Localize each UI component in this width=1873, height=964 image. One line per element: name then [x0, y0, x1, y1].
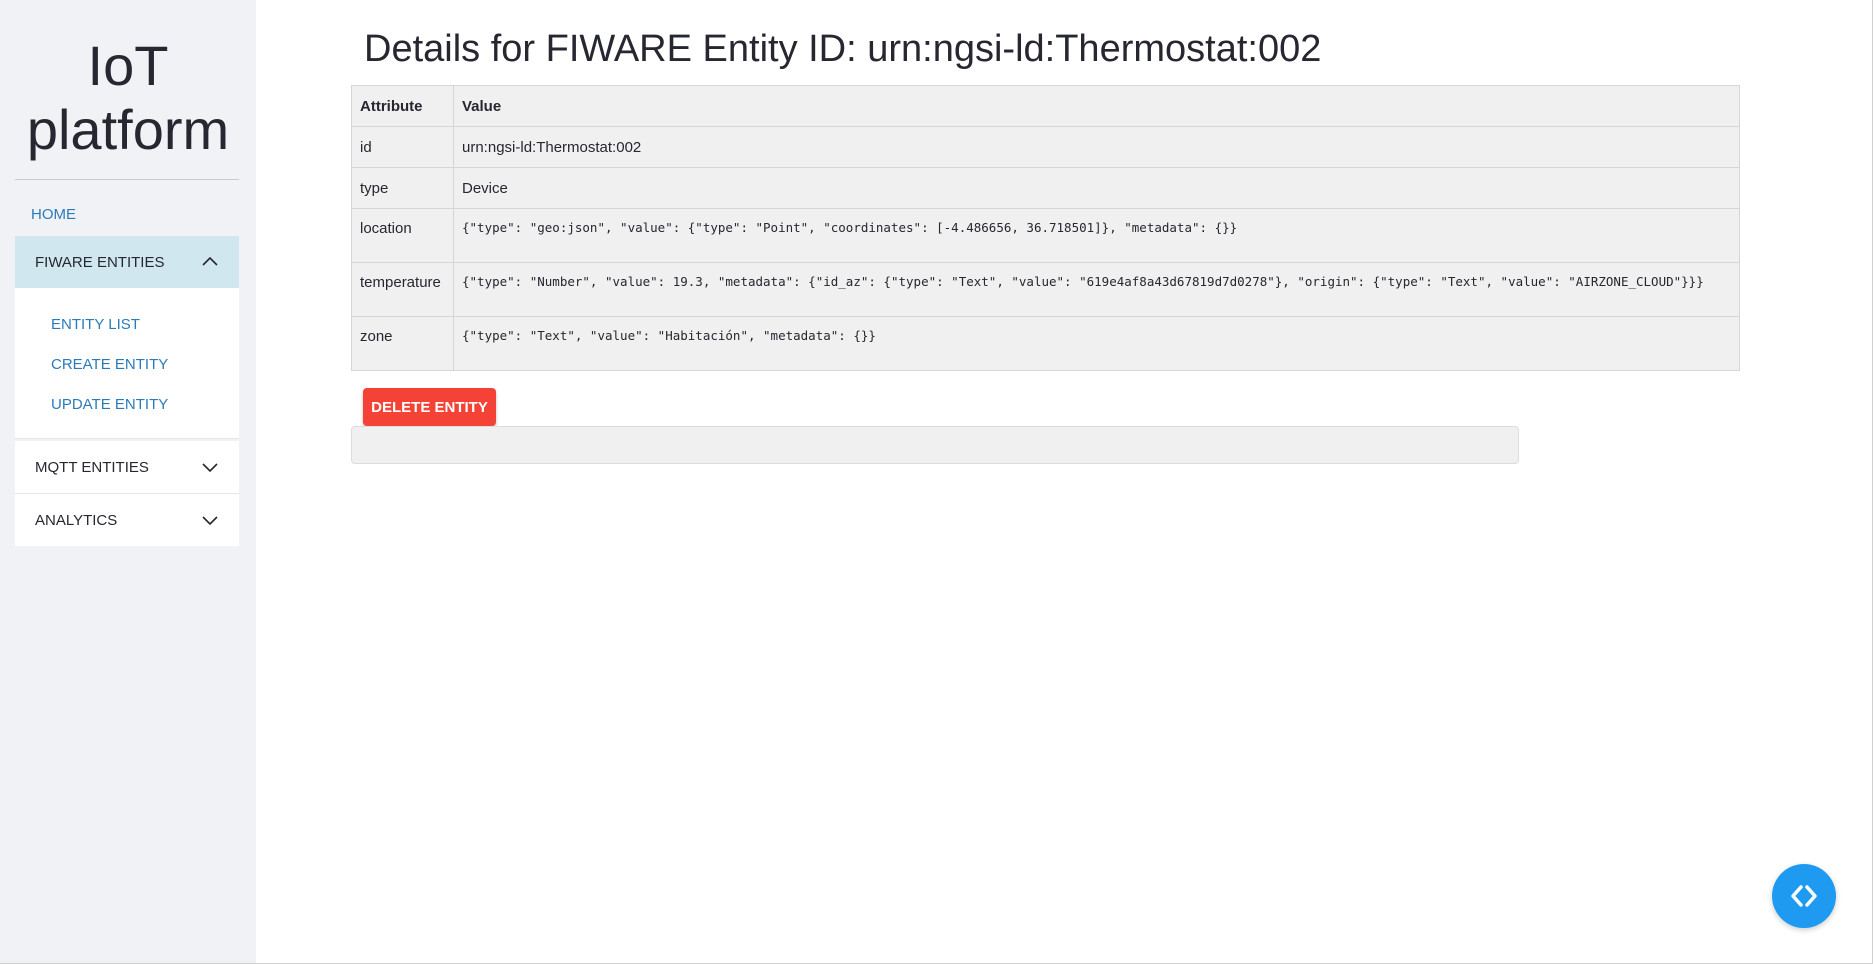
subnav-entity-list[interactable]: ENTITY LIST: [51, 316, 140, 333]
nav-group-fiware-entities[interactable]: FIWARE ENTITIES: [15, 236, 239, 288]
result-output-box: [351, 426, 1519, 464]
attribute-cell: id: [351, 126, 454, 168]
brand-title: IoT platform: [0, 34, 256, 162]
brand-line-2: platform: [26, 98, 230, 161]
value-cell: urn:ngsi-ld:Thermostat:002: [453, 126, 1740, 168]
nav-group-analytics[interactable]: ANALYTICS: [15, 494, 239, 546]
table-row: type Device: [351, 167, 1740, 209]
subnav-create-entity[interactable]: CREATE ENTITY: [51, 356, 168, 373]
table-row: location {"type": "geo:json", "value": {…: [351, 208, 1740, 263]
value-cell: {"type": "Number", "value": 19.3, "metad…: [453, 262, 1740, 317]
nav-home-link[interactable]: HOME: [31, 206, 76, 223]
sidebar: IoT platform HOME FIWARE ENTITIES ENTITY…: [0, 0, 256, 964]
brand-line-1: IoT: [87, 34, 169, 97]
attribute-cell: type: [351, 167, 454, 209]
nav-group-label: FIWARE ENTITIES: [35, 253, 165, 271]
code-toggle-button[interactable]: [1772, 864, 1836, 928]
column-header-attribute: Attribute: [351, 85, 454, 127]
entity-attributes-table: Attribute Value id urn:ngsi-ld:Thermosta…: [351, 85, 1740, 371]
chevron-up-icon: [202, 256, 218, 266]
value-cell: {"type": "Text", "value": "Habitación", …: [453, 316, 1740, 371]
nav-group-mqtt-entities[interactable]: MQTT ENTITIES: [15, 441, 239, 493]
code-icon: [1791, 885, 1817, 907]
chevron-down-icon: [202, 516, 218, 526]
table-header-row: Attribute Value: [351, 85, 1740, 127]
value-cell: {"type": "geo:json", "value": {"type": "…: [453, 208, 1740, 263]
table-row: zone {"type": "Text", "value": "Habitaci…: [351, 316, 1740, 371]
attribute-cell: location: [351, 208, 454, 263]
table-row: temperature {"type": "Number", "value": …: [351, 262, 1740, 317]
attribute-cell: temperature: [351, 262, 454, 317]
page-title: Details for FIWARE Entity ID: urn:ngsi-l…: [364, 28, 1322, 70]
table-row: id urn:ngsi-ld:Thermostat:002: [351, 126, 1740, 168]
subnav-update-entity[interactable]: UPDATE ENTITY: [51, 396, 168, 413]
nav-group-label: ANALYTICS: [35, 511, 118, 529]
brand-divider: [15, 179, 239, 180]
nav-group-label: MQTT ENTITIES: [35, 458, 149, 476]
value-cell: Device: [453, 167, 1740, 209]
fiware-subnav: ENTITY LIST CREATE ENTITY UPDATE ENTITY: [15, 288, 239, 438]
attribute-cell: zone: [351, 316, 454, 371]
column-header-value: Value: [453, 85, 1740, 127]
delete-entity-button[interactable]: DELETE ENTITY: [363, 388, 496, 426]
chevron-down-icon: [202, 463, 218, 473]
nav-separator: [15, 438, 239, 439]
